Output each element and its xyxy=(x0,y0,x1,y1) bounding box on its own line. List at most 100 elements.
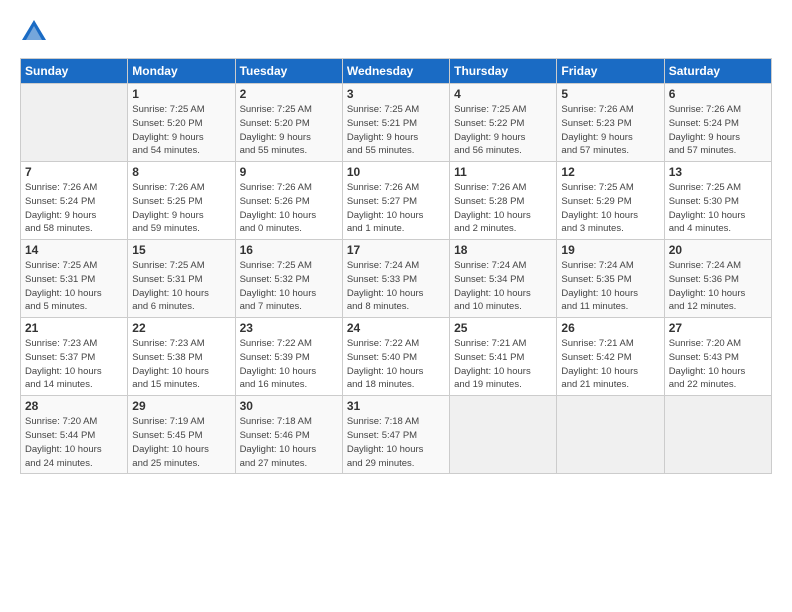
header xyxy=(20,18,772,46)
day-number: 30 xyxy=(240,399,338,413)
day-info: Sunrise: 7:24 AMSunset: 5:35 PMDaylight:… xyxy=(561,259,659,314)
day-cell: 24 Sunrise: 7:22 AMSunset: 5:40 PMDayligh… xyxy=(342,318,449,396)
day-number: 3 xyxy=(347,87,445,101)
day-cell: 8 Sunrise: 7:26 AMSunset: 5:25 PMDaylight… xyxy=(128,162,235,240)
day-info: Sunrise: 7:25 AMSunset: 5:29 PMDaylight:… xyxy=(561,181,659,236)
day-cell: 29 Sunrise: 7:19 AMSunset: 5:45 PMDayligh… xyxy=(128,396,235,474)
day-info: Sunrise: 7:25 AMSunset: 5:21 PMDaylight:… xyxy=(347,103,445,158)
week-row-4: 21Sunrise: 7:23 AMSunset: 5:37 PMDayligh… xyxy=(21,318,772,396)
day-number: 25 xyxy=(454,321,552,335)
day-cell xyxy=(557,396,664,474)
day-number: 29 xyxy=(132,399,230,413)
day-cell: 5 Sunrise: 7:26 AMSunset: 5:23 PMDaylight… xyxy=(557,84,664,162)
header-day-thursday: Thursday xyxy=(450,59,557,84)
day-cell: 23Sunrise: 7:22 AMSunset: 5:39 PMDayligh… xyxy=(235,318,342,396)
day-info: Sunrise: 7:25 AMSunset: 5:30 PMDaylight:… xyxy=(669,181,767,236)
header-day-friday: Friday xyxy=(557,59,664,84)
day-cell xyxy=(21,84,128,162)
day-number: 28 xyxy=(25,399,123,413)
day-cell: 3 Sunrise: 7:25 AMSunset: 5:21 PMDaylight… xyxy=(342,84,449,162)
header-day-wednesday: Wednesday xyxy=(342,59,449,84)
day-cell: 27 Sunrise: 7:20 AMSunset: 5:43 PMDayligh… xyxy=(664,318,771,396)
day-number: 27 xyxy=(669,321,767,335)
day-number: 22 xyxy=(132,321,230,335)
day-cell: 7 Sunrise: 7:26 AMSunset: 5:24 PMDaylight… xyxy=(21,162,128,240)
day-number: 20 xyxy=(669,243,767,257)
day-number: 26 xyxy=(561,321,659,335)
day-info: Sunrise: 7:20 AMSunset: 5:43 PMDaylight:… xyxy=(669,337,767,392)
day-info: Sunrise: 7:21 AMSunset: 5:41 PMDaylight:… xyxy=(454,337,552,392)
day-number: 13 xyxy=(669,165,767,179)
day-info: Sunrise: 7:26 AMSunset: 5:26 PMDaylight:… xyxy=(240,181,338,236)
week-row-2: 7 Sunrise: 7:26 AMSunset: 5:24 PMDaylight… xyxy=(21,162,772,240)
day-number: 12 xyxy=(561,165,659,179)
day-info: Sunrise: 7:23 AMSunset: 5:37 PMDaylight:… xyxy=(25,337,123,392)
day-info: Sunrise: 7:26 AMSunset: 5:28 PMDaylight:… xyxy=(454,181,552,236)
day-number: 9 xyxy=(240,165,338,179)
day-info: Sunrise: 7:26 AMSunset: 5:25 PMDaylight:… xyxy=(132,181,230,236)
day-info: Sunrise: 7:26 AMSunset: 5:23 PMDaylight:… xyxy=(561,103,659,158)
day-number: 15 xyxy=(132,243,230,257)
day-cell: 15 Sunrise: 7:25 AMSunset: 5:31 PMDayligh… xyxy=(128,240,235,318)
day-number: 2 xyxy=(240,87,338,101)
day-info: Sunrise: 7:25 AMSunset: 5:31 PMDaylight:… xyxy=(25,259,123,314)
week-row-1: 1 Sunrise: 7:25 AMSunset: 5:20 PMDaylight… xyxy=(21,84,772,162)
header-day-sunday: Sunday xyxy=(21,59,128,84)
day-cell: 21Sunrise: 7:23 AMSunset: 5:37 PMDayligh… xyxy=(21,318,128,396)
day-info: Sunrise: 7:25 AMSunset: 5:22 PMDaylight:… xyxy=(454,103,552,158)
day-cell: 28 Sunrise: 7:20 AMSunset: 5:44 PMDayligh… xyxy=(21,396,128,474)
day-info: Sunrise: 7:18 AMSunset: 5:47 PMDaylight:… xyxy=(347,415,445,470)
day-number: 5 xyxy=(561,87,659,101)
week-row-3: 14 Sunrise: 7:25 AMSunset: 5:31 PMDayligh… xyxy=(21,240,772,318)
header-day-tuesday: Tuesday xyxy=(235,59,342,84)
day-number: 14 xyxy=(25,243,123,257)
day-info: Sunrise: 7:19 AMSunset: 5:45 PMDaylight:… xyxy=(132,415,230,470)
day-cell: 12 Sunrise: 7:25 AMSunset: 5:29 PMDayligh… xyxy=(557,162,664,240)
day-cell: 16Sunrise: 7:25 AMSunset: 5:32 PMDayligh… xyxy=(235,240,342,318)
day-cell: 20Sunrise: 7:24 AMSunset: 5:36 PMDayligh… xyxy=(664,240,771,318)
day-cell xyxy=(664,396,771,474)
day-cell: 11Sunrise: 7:26 AMSunset: 5:28 PMDayligh… xyxy=(450,162,557,240)
day-cell: 4 Sunrise: 7:25 AMSunset: 5:22 PMDaylight… xyxy=(450,84,557,162)
day-cell: 14 Sunrise: 7:25 AMSunset: 5:31 PMDayligh… xyxy=(21,240,128,318)
day-cell xyxy=(450,396,557,474)
day-info: Sunrise: 7:25 AMSunset: 5:31 PMDaylight:… xyxy=(132,259,230,314)
header-day-monday: Monday xyxy=(128,59,235,84)
day-number: 6 xyxy=(669,87,767,101)
day-number: 7 xyxy=(25,165,123,179)
day-cell: 1 Sunrise: 7:25 AMSunset: 5:20 PMDaylight… xyxy=(128,84,235,162)
day-cell: 17Sunrise: 7:24 AMSunset: 5:33 PMDayligh… xyxy=(342,240,449,318)
day-number: 10 xyxy=(347,165,445,179)
day-info: Sunrise: 7:26 AMSunset: 5:24 PMDaylight:… xyxy=(669,103,767,158)
logo xyxy=(20,18,52,46)
day-number: 16 xyxy=(240,243,338,257)
day-info: Sunrise: 7:25 AMSunset: 5:20 PMDaylight:… xyxy=(240,103,338,158)
day-info: Sunrise: 7:24 AMSunset: 5:34 PMDaylight:… xyxy=(454,259,552,314)
day-info: Sunrise: 7:22 AMSunset: 5:39 PMDaylight:… xyxy=(240,337,338,392)
day-info: Sunrise: 7:26 AMSunset: 5:27 PMDaylight:… xyxy=(347,181,445,236)
day-number: 24 xyxy=(347,321,445,335)
day-cell: 2 Sunrise: 7:25 AMSunset: 5:20 PMDaylight… xyxy=(235,84,342,162)
day-info: Sunrise: 7:18 AMSunset: 5:46 PMDaylight:… xyxy=(240,415,338,470)
day-number: 4 xyxy=(454,87,552,101)
day-number: 18 xyxy=(454,243,552,257)
day-info: Sunrise: 7:25 AMSunset: 5:20 PMDaylight:… xyxy=(132,103,230,158)
calendar-table: SundayMondayTuesdayWednesdayThursdayFrid… xyxy=(20,58,772,474)
day-cell: 25 Sunrise: 7:21 AMSunset: 5:41 PMDayligh… xyxy=(450,318,557,396)
day-info: Sunrise: 7:23 AMSunset: 5:38 PMDaylight:… xyxy=(132,337,230,392)
day-cell: 19Sunrise: 7:24 AMSunset: 5:35 PMDayligh… xyxy=(557,240,664,318)
day-number: 8 xyxy=(132,165,230,179)
day-info: Sunrise: 7:26 AMSunset: 5:24 PMDaylight:… xyxy=(25,181,123,236)
day-cell: 26 Sunrise: 7:21 AMSunset: 5:42 PMDayligh… xyxy=(557,318,664,396)
header-row: SundayMondayTuesdayWednesdayThursdayFrid… xyxy=(21,59,772,84)
day-info: Sunrise: 7:20 AMSunset: 5:44 PMDaylight:… xyxy=(25,415,123,470)
day-cell: 9 Sunrise: 7:26 AMSunset: 5:26 PMDaylight… xyxy=(235,162,342,240)
day-cell: 6 Sunrise: 7:26 AMSunset: 5:24 PMDaylight… xyxy=(664,84,771,162)
page: SundayMondayTuesdayWednesdayThursdayFrid… xyxy=(0,0,792,484)
header-day-saturday: Saturday xyxy=(664,59,771,84)
day-info: Sunrise: 7:21 AMSunset: 5:42 PMDaylight:… xyxy=(561,337,659,392)
day-info: Sunrise: 7:22 AMSunset: 5:40 PMDaylight:… xyxy=(347,337,445,392)
day-number: 1 xyxy=(132,87,230,101)
day-cell: 18 Sunrise: 7:24 AMSunset: 5:34 PMDayligh… xyxy=(450,240,557,318)
week-row-5: 28 Sunrise: 7:20 AMSunset: 5:44 PMDayligh… xyxy=(21,396,772,474)
